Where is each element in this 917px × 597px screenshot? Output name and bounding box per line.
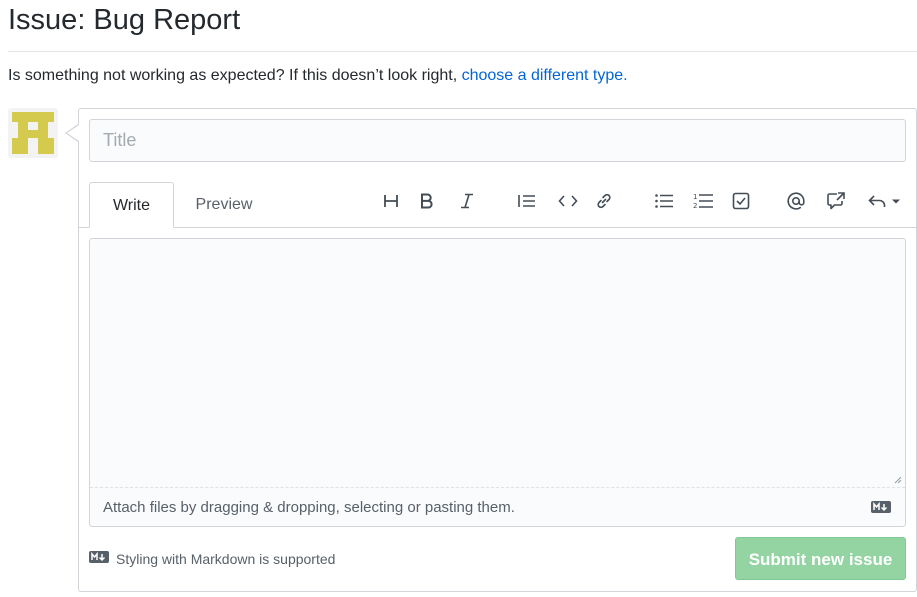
choose-different-type-link[interactable]: choose a different type. <box>462 67 628 84</box>
mention-button[interactable] <box>781 186 811 216</box>
page-title: Issue: Bug Report <box>8 4 241 36</box>
title-divider <box>8 51 917 52</box>
attach-files-text: Attach files by dragging & dropping, sel… <box>103 499 515 516</box>
code-button[interactable] <box>553 186 583 216</box>
identicon-icon <box>12 112 54 154</box>
task-list-icon <box>732 192 750 210</box>
italic-icon <box>461 193 473 209</box>
code-icon <box>558 195 578 207</box>
markdown-icon <box>89 551 109 563</box>
saved-reply-button[interactable] <box>864 186 904 216</box>
submit-new-issue-button[interactable]: Submit new issue <box>735 537 906 580</box>
saved-reply-icon <box>868 195 900 207</box>
quote-icon <box>518 195 535 207</box>
intro-message: Is something not working as expected? If… <box>8 67 462 84</box>
unordered-list-icon <box>655 194 673 208</box>
mention-icon <box>787 192 805 210</box>
cross-reference-button[interactable] <box>821 186 851 216</box>
quote-button[interactable] <box>512 186 542 216</box>
resize-handle-icon[interactable] <box>893 475 902 484</box>
bold-icon <box>421 193 433 209</box>
attach-files-bar[interactable]: Attach files by dragging & dropping, sel… <box>90 487 905 526</box>
svg-text:2: 2 <box>693 202 697 210</box>
italic-button[interactable] <box>452 186 482 216</box>
markdown-supported-link[interactable]: Styling with Markdown is supported <box>116 549 335 569</box>
link-icon <box>597 193 611 209</box>
heading-button[interactable] <box>376 186 406 216</box>
bold-button[interactable] <box>412 186 442 216</box>
svg-text:1: 1 <box>693 193 697 201</box>
markdown-icon <box>871 501 891 513</box>
intro-text: Is something not working as expected? If… <box>8 64 628 88</box>
heading-icon <box>384 195 398 207</box>
comment-textarea[interactable] <box>90 239 905 487</box>
ordered-list-button[interactable]: 12 <box>688 186 718 216</box>
title-input[interactable] <box>89 119 906 162</box>
avatar[interactable] <box>8 108 58 158</box>
tab-write[interactable]: Write <box>89 182 174 228</box>
form-pointer-inner <box>67 125 79 141</box>
cross-reference-icon <box>827 192 845 210</box>
task-list-button[interactable] <box>726 186 756 216</box>
unordered-list-button[interactable] <box>649 186 679 216</box>
comment-editor: Attach files by dragging & dropping, sel… <box>89 238 906 527</box>
link-button[interactable] <box>589 186 619 216</box>
tab-preview[interactable]: Preview <box>180 182 268 228</box>
ordered-list-icon: 12 <box>693 193 713 210</box>
